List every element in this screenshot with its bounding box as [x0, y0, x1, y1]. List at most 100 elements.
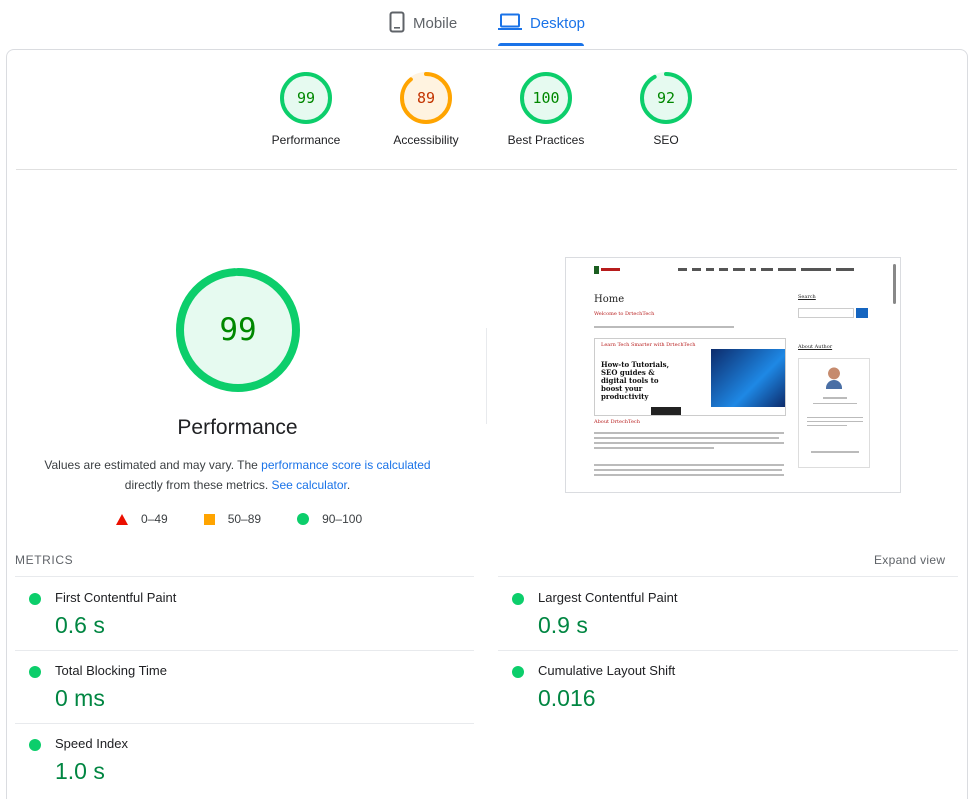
text-line [823, 397, 847, 399]
metric-name: Largest Contentful Paint [538, 590, 678, 605]
text-line [594, 442, 784, 444]
tab-desktop[interactable]: Desktop [498, 0, 585, 47]
gauge-seo[interactable]: 92 SEO [606, 72, 726, 147]
screenshot-author-heading: About Author [798, 344, 833, 350]
pass-circle-icon [29, 739, 41, 751]
legend-pass-label: 90–100 [322, 512, 363, 526]
text-line [594, 469, 782, 471]
metric-name: First Contentful Paint [55, 590, 177, 605]
screenshot-scrollbar [893, 264, 896, 304]
screenshot-nav-links [678, 268, 854, 271]
category-gauges: 99 Performance 89 Accessibility 100 Best… [0, 72, 975, 162]
screenshot-author-card [798, 358, 870, 468]
metric-name: Total Blocking Time [55, 663, 167, 678]
screenshot-home-heading: Home [594, 294, 625, 305]
text-line [807, 421, 863, 422]
gauge-best-practices[interactable]: 100 Best Practices [486, 72, 606, 147]
banner-image [711, 349, 785, 407]
screenshot-nav [566, 266, 896, 278]
phone-icon [389, 11, 413, 37]
circle-icon [297, 513, 310, 525]
metric-name: Speed Index [55, 736, 129, 751]
metric-value: 0.016 [538, 685, 596, 711]
gauge-score: 99 [297, 89, 315, 107]
gauge-performance[interactable]: 99 Performance [246, 72, 366, 147]
metric-value: 1.0 s [55, 758, 105, 784]
metric-value: 0.6 s [55, 612, 105, 638]
gauge-label: Performance [271, 133, 341, 147]
gauge-score: 89 [417, 89, 435, 107]
square-icon [203, 513, 215, 525]
banner-button [651, 407, 681, 415]
score-legend: 0–49 50–89 90–100 [116, 512, 398, 526]
divider [16, 169, 957, 170]
gauge-ring: 89 [400, 72, 452, 124]
legend-average: 50–89 [203, 512, 262, 526]
site-logo-icon [594, 266, 620, 274]
pass-circle-icon [29, 666, 41, 678]
divider [15, 650, 474, 651]
banner-top-text: Learn Tech Smarter with DrtechTech [601, 342, 696, 348]
divider [498, 650, 958, 651]
tab-desktop-label: Desktop [530, 15, 586, 32]
gauge-score: 100 [532, 89, 559, 107]
pass-circle-icon [512, 593, 524, 605]
vertical-divider [486, 328, 487, 424]
legend-average-label: 50–89 [227, 512, 262, 526]
pass-circle-icon [29, 593, 41, 605]
text-line [594, 474, 784, 476]
text-line [594, 437, 779, 439]
text-line [594, 464, 784, 466]
see-calculator-link[interactable]: See calculator [271, 478, 346, 492]
divider [498, 576, 958, 577]
text-line [811, 451, 859, 453]
triangle-icon [116, 513, 128, 525]
screenshot-search-box [798, 308, 854, 318]
note-text: Values are estimated and may vary. The [44, 458, 262, 472]
screenshot-search-heading: Search [798, 294, 816, 300]
tab-mobile-label: Mobile [413, 15, 458, 32]
device-tabs: Mobile Desktop [0, 0, 975, 47]
legend-pass: 90–100 [297, 512, 362, 526]
gauge-score: 99 [219, 312, 256, 348]
laptop-icon [498, 13, 530, 35]
banner-text: How-to Tutorials, SEO guides & digital t… [601, 360, 670, 401]
gauge-label: Best Practices [507, 133, 585, 147]
gauge-ring: 100 [520, 72, 572, 124]
text-line [594, 447, 714, 449]
screenshot-about-heading: About DrtechTech [594, 419, 640, 425]
performance-title: Performance [177, 416, 298, 439]
gauge-ring: 92 [640, 72, 692, 124]
text-line [807, 417, 863, 418]
text-line [807, 425, 847, 426]
performance-note: Values are estimated and may vary. The p… [30, 455, 445, 495]
screenshot-banner: Learn Tech Smarter with DrtechTech How-t… [594, 338, 786, 416]
metric-name: Cumulative Layout Shift [538, 663, 676, 678]
tab-mobile[interactable]: Mobile [389, 0, 457, 47]
pass-circle-icon [512, 666, 524, 678]
text-line [594, 326, 734, 328]
page-screenshot[interactable]: Home Welcome to DrtechTech Learn Tech Sm… [565, 257, 901, 493]
note-text: directly from these metrics. [124, 478, 272, 492]
divider [15, 723, 474, 724]
score-calculated-link[interactable]: performance score is calculated [261, 458, 430, 472]
screenshot-search-button [856, 308, 868, 318]
gauge-label: Accessibility [393, 133, 459, 147]
text-line [594, 432, 784, 434]
performance-gauge-large: 99 [176, 268, 300, 392]
legend-fail-label: 0–49 [141, 512, 168, 526]
gauge-label: SEO [653, 133, 679, 147]
gauge-ring: 99 [280, 72, 332, 124]
metric-value: 0 ms [55, 685, 105, 711]
gauge-accessibility[interactable]: 89 Accessibility [366, 72, 486, 147]
screenshot-welcome: Welcome to DrtechTech [594, 311, 655, 317]
divider [15, 576, 474, 577]
metrics-heading: METRICS [15, 553, 74, 567]
metric-value: 0.9 s [538, 612, 588, 638]
note-text: . [346, 478, 351, 492]
legend-fail: 0–49 [116, 512, 168, 526]
expand-view-toggle[interactable]: Expand view [874, 553, 945, 567]
text-line [813, 403, 857, 404]
gauge-score: 92 [657, 89, 675, 107]
author-avatar [823, 365, 845, 389]
